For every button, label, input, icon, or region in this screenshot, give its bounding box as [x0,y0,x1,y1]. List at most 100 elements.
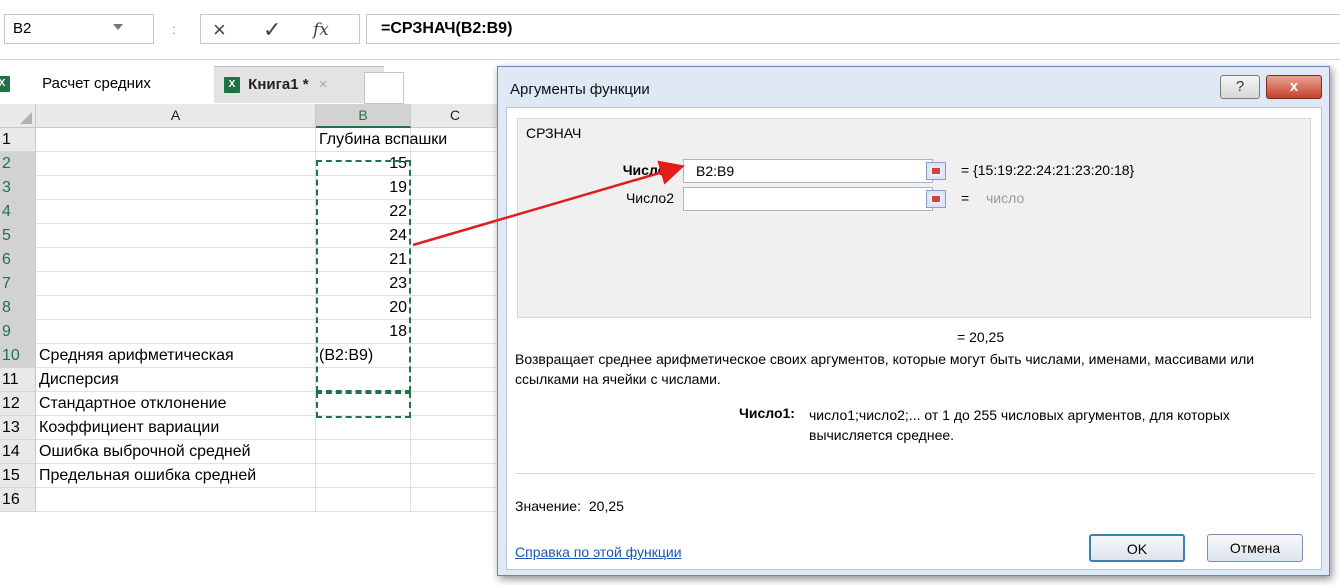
row-header[interactable]: 5 [0,224,36,248]
spreadsheet-grid: A B C 1 Глубина вспашки 2 15 3 19 4 22 5 24 6 21 7 23… [0,104,500,585]
cell-c[interactable] [411,416,500,440]
row-header[interactable]: 8 [0,296,36,320]
function-name: СРЗНАЧ [526,125,582,141]
formula-buttons: × ✓ fx [200,14,360,44]
help-link[interactable]: Справка по этой функции [515,544,682,560]
workbook-tabs: X Расчет средних X Книга1 * × [0,66,500,104]
cell-b[interactable] [316,368,411,392]
cell-b[interactable]: 22 [316,200,411,224]
row-header[interactable]: 4 [0,200,36,224]
row-header[interactable]: 3 [0,176,36,200]
cell-c[interactable] [411,344,500,368]
cell-a[interactable] [36,224,316,248]
cell-a[interactable]: Средняя арифметическая [36,344,316,368]
cell-c[interactable] [411,272,500,296]
new-tab-button[interactable] [364,72,404,104]
cell-a[interactable]: Предельная ошибка средней [36,464,316,488]
column-header-b[interactable]: B [316,104,411,128]
cell-b[interactable]: 24 [316,224,411,248]
cell-b[interactable]: (B2:B9) [316,344,411,368]
cell-c[interactable] [411,248,500,272]
cell-b[interactable]: Глубина вспашки [316,128,447,152]
row-header[interactable]: 16 [0,488,36,512]
separator-handle[interactable]: : [172,20,176,38]
tab-sheet-label: Расчет средних [42,75,151,92]
column-header-c[interactable]: C [411,104,500,128]
cell-b[interactable]: 23 [316,272,411,296]
cell-a[interactable]: Коэффициент вариации [36,416,316,440]
name-box[interactable]: B2 [4,14,154,44]
cell-a[interactable] [36,200,316,224]
cell-a[interactable] [36,176,316,200]
cell-a[interactable]: Ошибка выброчной средней [36,440,316,464]
excel-icon: X [0,76,10,93]
cell-b[interactable]: 18 [316,320,411,344]
cell-c[interactable] [411,200,500,224]
cell-b[interactable] [316,488,411,512]
formula-input[interactable]: =СРЗНАЧ(B2:B9) [366,14,1340,44]
insert-function-icon[interactable]: fx [313,17,329,43]
cell-b[interactable]: 20 [316,296,411,320]
cell-b[interactable] [316,440,411,464]
row-header[interactable]: 2 [0,152,36,176]
row-header[interactable]: 13 [0,416,36,440]
cell-b[interactable] [316,416,411,440]
row-header[interactable]: 14 [0,440,36,464]
row-header[interactable]: 6 [0,248,36,272]
value-label: Значение: 20,25 [515,498,624,514]
cell-a[interactable] [36,248,316,272]
cell-c[interactable] [411,440,500,464]
close-icon[interactable]: × [319,76,328,93]
cell-c[interactable] [411,488,500,512]
cell-b[interactable]: 21 [316,248,411,272]
cell-c[interactable] [411,368,500,392]
cell-c[interactable] [411,176,500,200]
select-all-corner[interactable] [0,104,36,128]
row-header[interactable]: 9 [0,320,36,344]
ok-button[interactable]: OK [1089,534,1185,562]
cell-a[interactable] [36,488,316,512]
cell-a[interactable] [36,320,316,344]
tab-book[interactable]: X Книга1 * × [214,66,384,103]
cell-a[interactable] [36,296,316,320]
name-box-value: B2 [13,20,32,37]
arg1-input[interactable]: B2:B9 [683,159,933,183]
help-button[interactable]: ? [1220,75,1260,99]
cell-a[interactable] [36,128,316,152]
cell-a[interactable] [36,272,316,296]
cell-a[interactable]: Дисперсия [36,368,316,392]
cell-c[interactable] [411,128,500,152]
arg-help-text: число1;число2;... от 1 до 255 числовых а… [809,407,1230,443]
value-label-text: Значение: [515,498,581,514]
tab-sheet[interactable]: X Расчет средних [0,66,200,102]
row-header[interactable]: 11 [0,368,36,392]
chevron-down-icon[interactable] [113,24,123,30]
row-header[interactable]: 1 [0,128,36,152]
arg2-result: число [986,190,1025,206]
enter-icon[interactable]: ✓ [263,17,281,43]
cell-c[interactable] [411,392,500,416]
cell-a[interactable] [36,152,316,176]
arg2-input[interactable] [683,187,933,211]
row-header[interactable]: 7 [0,272,36,296]
arg1-result: = {15:19:22:24:21:23:20:18} [961,162,1135,178]
formula-bar: B2 : × ✓ fx =СРЗНАЧ(B2:B9) [0,0,1340,60]
cell-c[interactable] [411,152,500,176]
cell-c[interactable] [411,464,500,488]
cell-c[interactable] [411,296,500,320]
cell-b[interactable]: 19 [316,176,411,200]
cell-c[interactable] [411,224,500,248]
column-header-a[interactable]: A [36,104,316,128]
row-header[interactable]: 12 [0,392,36,416]
cell-c[interactable] [411,320,500,344]
collapse-dialog-icon[interactable] [926,162,946,180]
collapse-dialog-icon[interactable] [926,190,946,208]
cancel-button[interactable]: Отмена [1207,534,1303,562]
cell-b[interactable]: 15 [316,152,411,176]
close-button[interactable]: x [1266,75,1322,99]
row-header[interactable]: 10 [0,344,36,368]
row-header[interactable]: 15 [0,464,36,488]
cell-a[interactable]: Стандартное отклонение [36,392,316,416]
cell-b[interactable] [316,464,411,488]
cancel-icon[interactable]: × [213,17,226,43]
